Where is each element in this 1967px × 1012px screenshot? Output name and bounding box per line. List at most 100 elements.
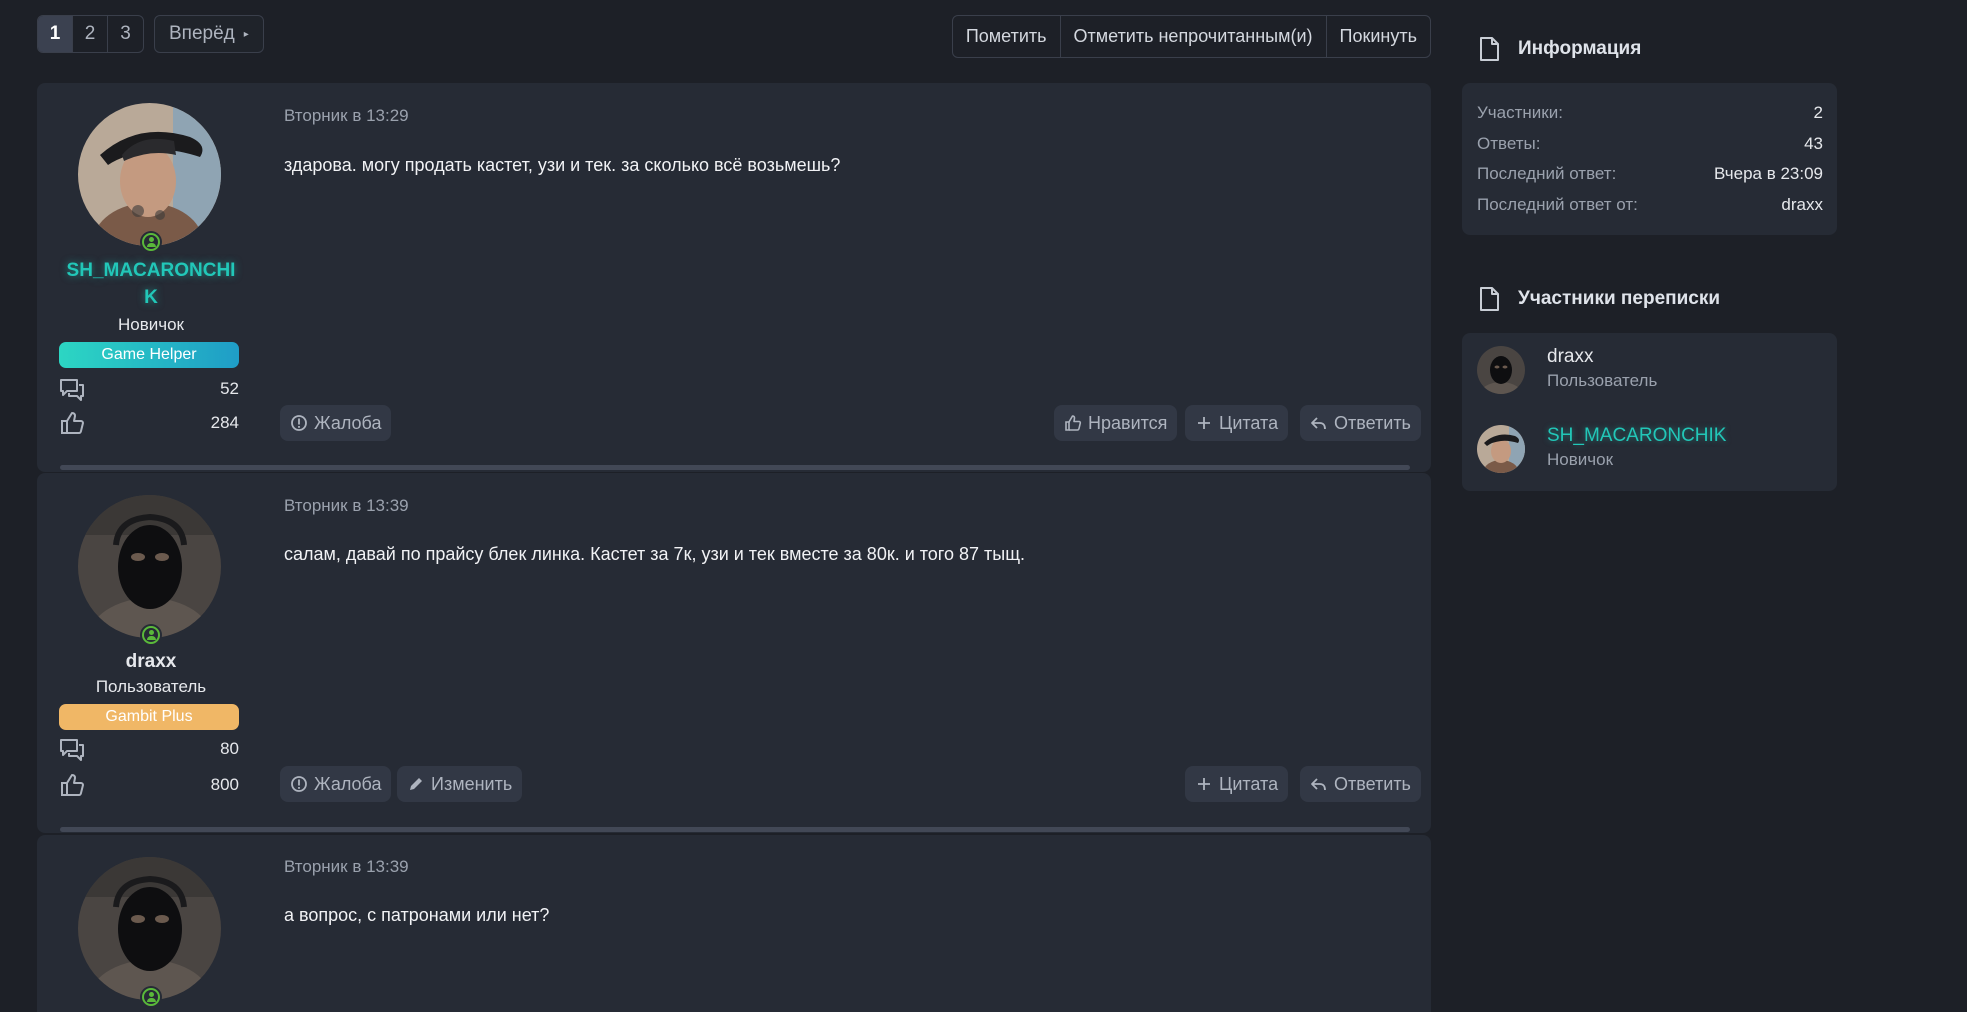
page-1-button[interactable]: 1 [38,16,73,52]
pencil-icon [407,775,425,793]
post-divider [60,465,1410,470]
participant-name[interactable]: SH_MACARONCHIK [1547,425,1726,447]
caret-right-icon: ▸ [243,28,249,40]
alert-icon [290,414,308,432]
thumbs-up-icon [61,774,84,796]
participants-title: Участники переписки [1518,288,1721,309]
participant-role: Пользователь [1547,371,1658,390]
post: draxx Пользователь Gambit Plus 80 800 Вт… [37,473,1431,833]
avatar[interactable] [78,857,221,1000]
quote-button[interactable]: Цитата [1185,405,1289,441]
reply-icon [1310,414,1328,432]
post: SH_MACARONCHI K Новичок Game Helper 52 2… [37,83,1431,472]
user-rank: Пользователь [95,677,207,696]
online-status-icon [140,986,162,1008]
edit-label: Изменить [431,773,513,794]
post-time[interactable]: Вторник в 13:29 [284,106,409,126]
report-label: Жалоба [314,773,382,794]
reactions-stat: 284 [59,409,239,437]
participant-item[interactable]: SH_MACARONCHIK Новичок [1477,417,1823,477]
page-3-button[interactable]: 3 [108,16,143,52]
info-label: Участники: [1477,103,1563,122]
username-link[interactable]: SH_MACARONCHI K [57,257,245,311]
info-label: Последний ответ: [1477,164,1617,183]
online-status-icon [140,231,162,253]
quote-label: Цитата [1219,773,1279,794]
post-time[interactable]: Вторник в 13:39 [284,857,409,877]
info-title: Информация [1518,38,1642,59]
edit-button[interactable]: Изменить [397,766,523,802]
file-icon [1480,37,1499,61]
reactions-count: 800 [210,775,239,794]
username-line-2: K [144,287,158,308]
post-divider [60,827,1410,832]
reply-button[interactable]: Ответить [1300,766,1421,802]
username-link[interactable]: draxx [57,648,245,675]
leave-button[interactable]: Покинуть [1327,16,1430,57]
report-label: Жалоба [314,412,382,433]
info-label: Последний ответ от: [1477,195,1638,214]
info-value: 2 [1813,103,1823,122]
pagination: 1 2 3 [37,15,144,53]
reply-label: Ответить [1334,412,1411,433]
messages-stat: 52 [59,375,239,403]
alert-icon [290,775,308,793]
post-text: салам, давай по прайсу блек линка. Касте… [284,544,1026,564]
page-2-button[interactable]: 2 [73,16,108,52]
info-value: 43 [1804,134,1823,153]
user-rank: Новичок [117,315,184,334]
post-text: а вопрос, с патронами или нет? [284,905,550,925]
messages-icon [60,739,84,761]
reactions-stat: 800 [59,771,239,799]
post: Вторник в 13:39 а вопрос, с патронами ил… [37,835,1431,1012]
participant-name[interactable]: draxx [1547,346,1593,368]
mark-button[interactable]: Пометить [953,16,1061,57]
info-label: Ответы: [1477,134,1541,153]
avatar[interactable] [1477,425,1525,473]
thumbs-up-icon [61,412,84,434]
info-row-last-reply: Последний ответ: Вчера в 23:09 [1477,161,1823,187]
messages-count: 80 [220,739,239,758]
info-heading: Информация [1478,36,1641,62]
next-page-button[interactable]: Вперёд ▸ [154,15,264,53]
participant-role: Новичок [1547,450,1614,469]
reply-button[interactable]: Ответить [1300,405,1421,441]
user-badge: Game Helper [59,342,239,368]
quote-label: Цитата [1219,412,1279,433]
report-button[interactable]: Жалоба [280,405,392,441]
like-button[interactable]: Нравится [1054,405,1178,441]
username-line-1: SH_MACARONCHI [66,260,236,281]
plus-icon [1195,414,1213,432]
thread-toolbar: 1 2 3 Вперёд ▸ Пометить Отметить непрочи… [37,15,1431,58]
participants-panel: draxx Пользователь SH_MACARONCHIK Новичо… [1462,333,1837,491]
reactions-count: 284 [210,413,239,432]
mark-unread-button[interactable]: Отметить непрочитанным(и) [1061,16,1327,57]
report-button[interactable]: Жалоба [280,766,392,802]
avatar[interactable] [1477,346,1525,394]
next-page-label: Вперёд [169,23,235,44]
messages-stat: 80 [59,735,239,763]
avatar[interactable] [78,103,221,246]
user-badge: Gambit Plus [59,704,239,730]
info-value[interactable]: Вчера в 23:09 [1714,164,1823,184]
plus-icon [1195,775,1213,793]
online-status-icon [140,624,162,646]
participants-heading: Участники переписки [1478,286,1720,312]
messages-count: 52 [220,379,239,398]
thread-actions: Пометить Отметить непрочитанным(и) Покин… [951,15,1431,58]
info-row-last-reply-by: Последний ответ от: draxx [1477,192,1823,218]
quote-button[interactable]: Цитата [1185,766,1289,802]
info-panel: Участники: 2 Ответы: 43 Последний ответ:… [1462,83,1837,235]
info-row-participants: Участники: 2 [1477,100,1823,126]
post-time[interactable]: Вторник в 13:39 [284,496,409,516]
reply-icon [1310,775,1328,793]
reply-label: Ответить [1334,773,1411,794]
info-row-replies: Ответы: 43 [1477,131,1823,157]
info-value[interactable]: draxx [1781,195,1823,215]
avatar[interactable] [78,495,221,638]
participant-item[interactable]: draxx Пользователь [1477,338,1823,398]
like-label: Нравится [1088,412,1168,433]
messages-icon [60,379,84,401]
file-icon [1480,287,1499,311]
thumbs-up-icon [1064,414,1082,432]
